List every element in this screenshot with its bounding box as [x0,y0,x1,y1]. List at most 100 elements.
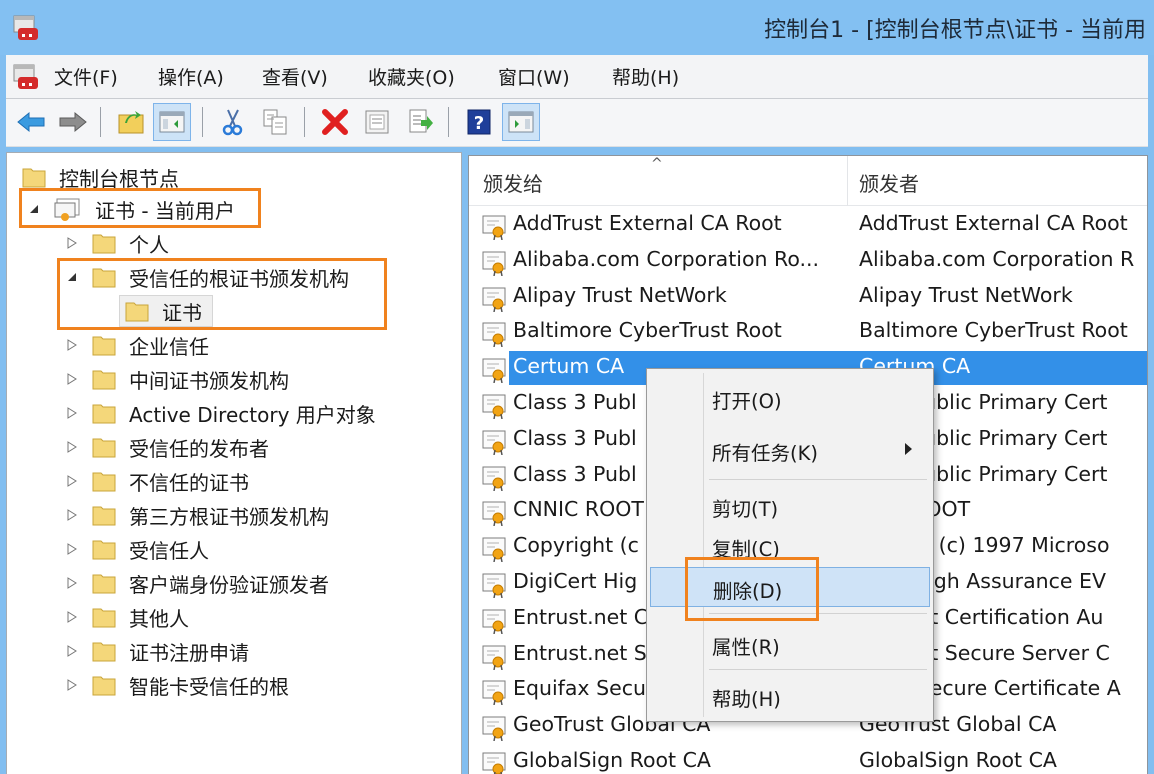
table-row[interactable]: Alibaba.com Corporation Ro... Alibaba.com… [469,244,1147,280]
copy-button[interactable] [256,103,294,141]
menu-bar: 文件(F) 操作(A) 查看(V) 收藏夹(O) 窗口(W) 帮助(H) [6,55,1148,99]
expand-triangle-icon[interactable] [65,406,79,420]
column-divider[interactable] [847,156,848,206]
copy-icon [263,109,287,135]
forward-button[interactable] [54,103,92,141]
tree-label: 个人 [129,232,169,257]
column-header-issued-to[interactable]: 颁发给 [483,168,543,197]
help-button[interactable]: ? [460,103,498,141]
table-row[interactable]: GlobalSign Root CA GlobalSign Root CA [469,745,1147,774]
certificate-icon [482,430,506,455]
context-menu-delete[interactable]: 删除(D) [650,567,930,607]
context-menu-properties[interactable]: 属性(R) [650,623,930,663]
tree-node-selected[interactable]: 证书 [119,295,213,327]
console-tree-icon [159,111,185,133]
tree-label: 受信任的根证书颁发机构 [129,266,349,291]
toolbar-separator [100,107,101,137]
certificate-icon [482,466,506,491]
folder-icon [92,574,116,594]
menu-item-label: 剪切(T) [712,498,779,521]
tree-label: 不信任的证书 [129,470,249,495]
certificate-icon [482,752,506,774]
show-hide-console-tree-button[interactable] [153,103,191,141]
tree-node[interactable]: 受信任的根证书颁发机构 [65,261,349,293]
collapse-triangle-icon[interactable] [27,202,41,216]
context-menu-copy[interactable]: 复制(C) [650,525,930,565]
tree-root[interactable]: 控制台根节点 [21,161,179,193]
folder-icon [92,438,116,458]
mmc-app-icon[interactable] [12,14,40,42]
context-menu-all-tasks[interactable]: 所有任务(K) [650,429,930,469]
folder-icon [92,608,116,628]
delete-button[interactable] [316,103,354,141]
tree-node[interactable]: 不信任的证书 [65,465,249,497]
menu-action[interactable]: 操作(A) [158,63,224,90]
tree-node-certificates-current-user[interactable]: 证书 - 当前用户 [27,193,235,225]
system-menu-icon[interactable] [12,63,40,91]
expand-triangle-icon[interactable] [65,474,79,488]
tree-node[interactable]: 企业信任 [65,329,209,361]
menu-view[interactable]: 查看(V) [262,63,328,90]
up-folder-icon [118,111,144,134]
back-button[interactable] [12,103,50,141]
show-hide-action-pane-button[interactable] [502,103,540,141]
menu-favorites[interactable]: 收藏夹(O) [368,63,455,90]
expand-triangle-icon[interactable] [65,236,79,250]
properties-button[interactable] [358,103,396,141]
list-header: ^ 颁发给 颁发者 [469,156,1147,206]
tree-node[interactable]: 中间证书颁发机构 [65,363,289,395]
expand-triangle-icon[interactable] [65,644,79,658]
tree-label: 受信任人 [129,538,209,563]
tree-node[interactable]: 其他人 [65,601,189,633]
menu-file[interactable]: 文件(F) [54,63,118,90]
context-menu-help[interactable]: 帮助(H) [650,675,930,715]
cut-button[interactable] [214,103,252,141]
expand-triangle-icon[interactable] [65,372,79,386]
cell-issued-by: Alipay Trust NetWork [859,282,1073,307]
menu-help[interactable]: 帮助(H) [612,63,679,90]
cut-icon [222,109,243,136]
tree-node[interactable]: 证书注册申请 [65,635,249,667]
certificate-icon [482,645,506,670]
collapse-triangle-icon[interactable] [65,270,79,284]
tree-label: Active Directory 用户对象 [129,402,376,427]
certificate-icon [482,716,506,742]
folder-icon [92,268,116,288]
export-list-button[interactable] [402,103,440,141]
delete-icon [322,109,348,135]
certificate-icon [482,322,506,348]
expand-triangle-icon[interactable] [65,576,79,590]
expand-triangle-icon[interactable] [65,542,79,556]
table-row[interactable]: Baltimore CyberTrust Root Baltimore Cyber… [469,315,1147,351]
expand-triangle-icon[interactable] [65,440,79,454]
up-one-level-button[interactable] [112,103,150,141]
expand-triangle-icon[interactable] [65,338,79,352]
expand-triangle-icon[interactable] [65,610,79,624]
table-row[interactable]: AddTrust External CA Root AddTrust Extern… [469,208,1147,244]
menu-window[interactable]: 窗口(W) [498,63,570,90]
tree-node[interactable]: 第三方根证书颁发机构 [65,499,329,531]
tree-node[interactable]: 个人 [65,227,169,259]
tree-label: 其他人 [129,606,189,631]
window-title: 控制台1 - [控制台根节点\证书 - 当前用 [764,18,1146,43]
expand-triangle-icon[interactable] [65,678,79,692]
tree-node[interactable]: 客户端身份验证颁发者 [65,567,329,599]
table-row[interactable]: Alipay Trust NetWork Alipay Trust NetWork [469,280,1147,316]
folder-icon [92,642,116,662]
folder-icon [125,302,149,322]
context-menu: 打开(O) 所有任务(K) 剪切(T) 复制(C) 删除(D) 属性(R) 帮助… [646,368,934,722]
column-header-issued-by[interactable]: 颁发者 [859,168,919,197]
tree-node[interactable]: 受信任人 [65,533,209,565]
console-tree: 控制台根节点 证书 - 当前用户 个人受信任的根证书颁发机构证书 企业信任 中间证书… [6,152,462,774]
toolbar: ? [6,99,1148,147]
tree-node[interactable]: Active Directory 用户对象 [65,397,376,429]
context-menu-open[interactable]: 打开(O) [650,377,930,417]
context-menu-cut[interactable]: 剪切(T) [650,485,930,525]
tree-node[interactable]: 受信任的发布者 [65,431,269,463]
expand-triangle-icon[interactable] [65,508,79,522]
sort-ascending-icon: ^ [651,156,663,172]
certificate-icon [482,680,506,706]
menu-item-label: 属性(R) [712,636,780,659]
toolbar-separator [304,107,305,137]
tree-node[interactable]: 智能卡受信任的根 [65,669,289,701]
